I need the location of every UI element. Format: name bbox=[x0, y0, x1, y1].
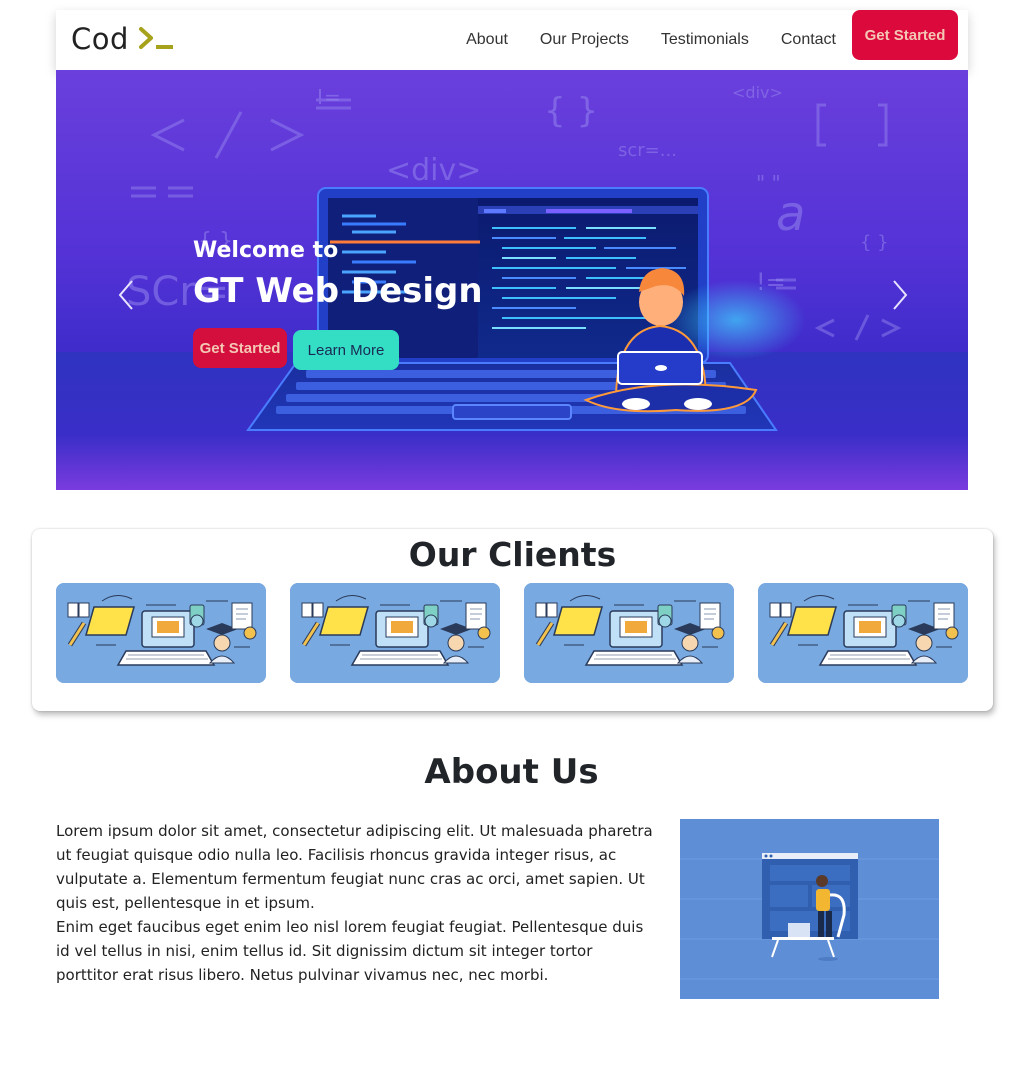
hero-buttons: Get Started Learn More bbox=[193, 328, 399, 370]
chevron-left-icon[interactable] bbox=[114, 275, 138, 315]
brand-text: Cod bbox=[71, 22, 129, 56]
about-image bbox=[680, 819, 939, 999]
education-illustration-icon bbox=[56, 583, 266, 683]
terminal-prompt-icon bbox=[138, 27, 173, 49]
education-illustration-icon bbox=[524, 583, 734, 683]
about-paragraph: Enim eget faucibus eget enim leo nisl lo… bbox=[56, 918, 644, 984]
nav-links: About Our Projects Testimonials Contact bbox=[450, 10, 852, 70]
education-illustration-icon bbox=[758, 583, 968, 683]
nav-link-contact[interactable]: Contact bbox=[765, 31, 852, 49]
page: Cod About Our Projects Testimonials Cont… bbox=[0, 0, 1023, 1075]
about-text: Lorem ipsum dolor sit amet, consectetur … bbox=[56, 819, 656, 987]
nav-link-about[interactable]: About bbox=[450, 31, 524, 49]
navbar: Cod About Our Projects Testimonials Cont… bbox=[56, 10, 968, 70]
hero-title: GT Web Design bbox=[193, 271, 483, 311]
nav-link-our-projects[interactable]: Our Projects bbox=[524, 31, 645, 49]
svg-text:{ }: { } bbox=[860, 232, 889, 253]
nav-link-testimonials[interactable]: Testimonials bbox=[645, 31, 765, 49]
svg-text:scr=...: scr=... bbox=[618, 140, 677, 161]
svg-text:<div>: <div> bbox=[386, 153, 481, 188]
hero-get-started-button[interactable]: Get Started bbox=[193, 328, 287, 368]
chevron-right-icon[interactable] bbox=[888, 275, 912, 315]
about-paragraph: Lorem ipsum dolor sit amet, consectetur … bbox=[56, 822, 653, 912]
hero-learn-more-button[interactable]: Learn More bbox=[293, 330, 399, 370]
client-card[interactable] bbox=[56, 583, 266, 683]
hero-caption: Welcome to GT Web Design bbox=[193, 238, 483, 311]
hero-welcome: Welcome to bbox=[193, 238, 339, 263]
clients-section: Our Clients bbox=[32, 529, 993, 711]
client-card[interactable] bbox=[524, 583, 734, 683]
hero-carousel: { } <div> <div> scr=... SCr= != { } { } … bbox=[56, 70, 968, 490]
get-started-button[interactable]: Get Started bbox=[852, 10, 958, 60]
developer-at-desk-illustration bbox=[680, 819, 939, 999]
about-title: About Us bbox=[424, 752, 599, 792]
svg-text:!=: != bbox=[316, 85, 341, 109]
clients-title: Our Clients bbox=[408, 535, 617, 574]
education-illustration-icon bbox=[290, 583, 500, 683]
svg-text:" ": " " bbox=[756, 171, 781, 195]
client-card[interactable] bbox=[290, 583, 500, 683]
svg-text:{ }: { } bbox=[544, 91, 598, 131]
brand-logo[interactable]: Cod bbox=[71, 22, 177, 56]
client-card[interactable] bbox=[758, 583, 968, 683]
svg-text:<div>: <div> bbox=[732, 83, 783, 102]
